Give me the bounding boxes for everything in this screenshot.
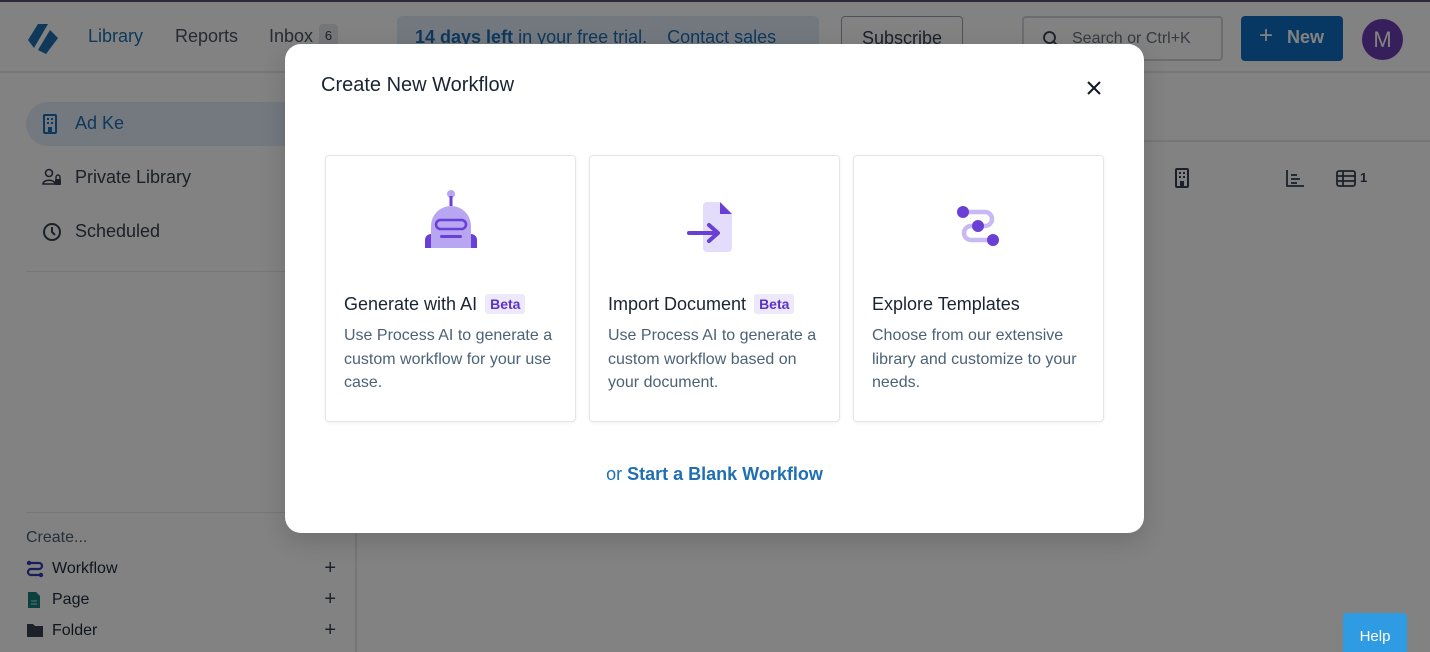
robot-icon — [424, 190, 477, 248]
close-icon[interactable] — [1082, 76, 1106, 100]
help-button[interactable]: Help — [1343, 613, 1407, 652]
modal-title: Create New Workflow — [321, 74, 515, 96]
card-title-text: Import Document — [608, 294, 747, 314]
create-workflow-modal: Create New Workflow Generate with AI Beta… — [285, 44, 1144, 533]
card-title-text: Generate with AI — [344, 294, 478, 314]
card-description: Choose from our extensive library and cu… — [872, 327, 1077, 391]
card-title: Import Document Beta — [608, 294, 795, 315]
start-blank-workflow: or Start a Blank Workflow — [285, 464, 1144, 485]
start-blank-workflow-link[interactable]: Start a Blank Workflow — [627, 464, 823, 484]
card-title: Generate with AI Beta — [344, 294, 526, 315]
blank-prefix: or — [606, 464, 628, 484]
beta-badge: Beta — [485, 294, 526, 314]
explore-templates-card[interactable]: Explore Templates Choose from our extens… — [853, 155, 1104, 422]
import-document-icon — [686, 202, 732, 252]
generate-with-ai-card[interactable]: Generate with AI Beta Use Process AI to g… — [325, 155, 576, 422]
card-description: Use Process AI to generate a custom work… — [344, 327, 553, 391]
card-title: Explore Templates — [872, 294, 1020, 314]
beta-badge: Beta — [754, 294, 795, 314]
import-document-card[interactable]: Import Document Beta Use Process AI to ge… — [589, 155, 840, 422]
card-description: Use Process AI to generate a custom work… — [608, 327, 817, 391]
templates-icon — [956, 206, 999, 246]
